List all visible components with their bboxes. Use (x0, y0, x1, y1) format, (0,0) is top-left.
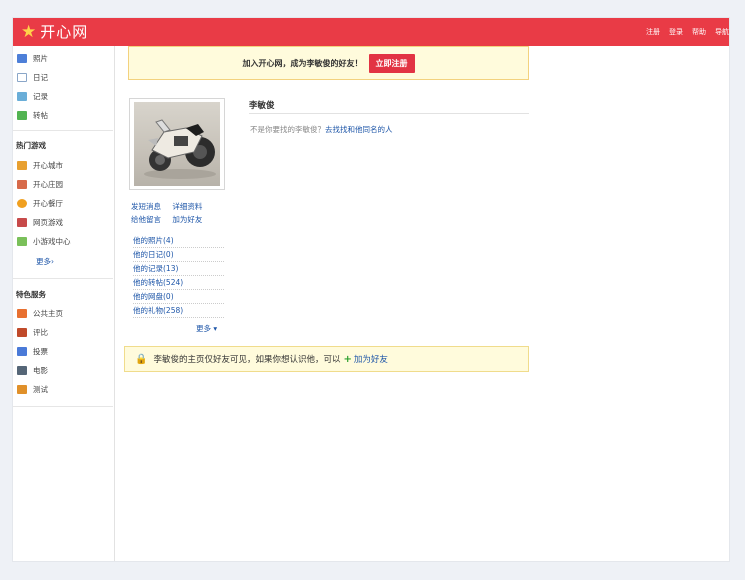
poll-icon (17, 346, 27, 356)
vote-icon (17, 327, 27, 337)
privacy-notice: 🔒 李敏俊的主页仅好友可见，如果你想认识他，可以 + 加为好友 (124, 346, 529, 372)
sidebar-item-photos[interactable]: 照片 (17, 51, 48, 65)
farm-icon (17, 179, 27, 189)
notice-text: 李敏俊的主页仅好友可见，如果你想认识他，可以 (153, 355, 341, 365)
sidebar-item-webgames[interactable]: 网页游戏 (17, 215, 63, 229)
sidebar-item-vote[interactable]: 评比 (17, 325, 48, 339)
help-link[interactable]: 帮助 (692, 27, 706, 37)
sidebar-item-label: 评比 (33, 327, 48, 337)
sidebar-item-minigames[interactable]: 小游戏中心 (17, 234, 71, 248)
action-row-1: 发短消息 详细资料 (131, 201, 202, 212)
sidebar-item-label: 开心餐厅 (33, 198, 63, 208)
add-friend-link[interactable]: 加为好友 (172, 215, 202, 224)
logo-text: 开心网 (40, 23, 89, 41)
city-icon (17, 160, 27, 170)
sidebar-item-label: 测试 (33, 384, 48, 394)
motorcycle-icon (144, 119, 216, 179)
lock-icon: 🔒 (135, 353, 148, 365)
action-row-2: 给他留言 加为好友 (131, 214, 202, 225)
list-item[interactable]: 他的礼物(258) (133, 304, 224, 318)
sidebar-item-label: 小游戏中心 (33, 236, 71, 246)
list-item[interactable]: 他的日记(0) (133, 248, 224, 262)
webgame-icon (17, 217, 27, 227)
not-this-person-text: 不是你要找的李敏俊？ (250, 125, 325, 134)
register-button[interactable]: 立即注册 (368, 53, 415, 73)
sidebar-item-records[interactable]: 记录 (17, 89, 48, 103)
repost-icon (17, 110, 27, 120)
sidebar-item-city[interactable]: 开心城市 (17, 158, 63, 172)
restaurant-icon (17, 198, 27, 208)
sidebar-item-label: 记录 (33, 91, 48, 101)
sidebar-divider (13, 130, 113, 131)
sidebar-divider (13, 406, 113, 407)
find-same-name-link[interactable]: 去找找和他同名的人 (325, 125, 393, 134)
logo-star-icon: ★ (21, 22, 37, 42)
list-item[interactable]: 他的网盘(0) (133, 290, 224, 304)
sidebar-item-label: 照片 (33, 53, 48, 63)
games-heading: 热门游戏 (16, 141, 46, 150)
sidebar-item-poll[interactable]: 投票 (17, 344, 48, 358)
list-item[interactable]: 他的记录(13) (133, 262, 224, 276)
avatar-image (134, 102, 220, 186)
sidebar-item-label: 开心城市 (33, 160, 63, 170)
register-link[interactable]: 注册 (646, 27, 660, 37)
sidebar-item-farm[interactable]: 开心庄园 (17, 177, 63, 191)
sidebar-item-reposts[interactable]: 转帖 (17, 108, 48, 122)
lists-more-link[interactable]: 更多 ▾ (196, 323, 217, 334)
sidebar-item-public-page[interactable]: 公共主页 (17, 306, 63, 320)
minigame-icon (17, 236, 27, 246)
sidebar-item-label: 转帖 (33, 110, 48, 120)
plus-icon: + (343, 353, 352, 365)
test-icon (17, 384, 27, 394)
sidebar-item-label: 开心庄园 (33, 179, 63, 189)
record-icon (17, 91, 27, 101)
notice-add-friend-link[interactable]: 加为好友 (354, 353, 388, 365)
list-item[interactable]: 他的转帖(524) (133, 276, 224, 290)
sidebar-item-label: 公共主页 (33, 308, 63, 318)
services-heading: 特色服务 (16, 290, 46, 299)
sidebar-item-label: 网页游戏 (33, 217, 63, 227)
details-link[interactable]: 详细资料 (172, 202, 202, 211)
sidebar-item-label: 电影 (33, 365, 48, 375)
sidebar-item-label: 投票 (33, 346, 48, 356)
avatar[interactable] (129, 98, 225, 190)
sidebar-divider (13, 278, 113, 279)
login-link[interactable]: 登录 (669, 27, 683, 37)
sidebar-item-label: 日记 (33, 72, 48, 82)
profile-name: 李敏俊 (249, 101, 275, 111)
list-item[interactable]: 他的照片(4) (133, 234, 224, 248)
sidebar-item-restaurant[interactable]: 开心餐厅 (17, 196, 63, 210)
leave-message-link[interactable]: 给他留言 (131, 215, 161, 224)
nav-link[interactable]: 导航 (715, 27, 729, 37)
top-links: 注册 登录 帮助 导航 (637, 18, 729, 46)
top-bar: ★ 开心网 注册 登录 帮助 导航 (13, 18, 729, 46)
movie-icon (17, 365, 27, 375)
send-message-link[interactable]: 发短消息 (131, 202, 161, 211)
sidebar-item-movie[interactable]: 电影 (17, 363, 48, 377)
public-page-icon (17, 308, 27, 318)
diary-icon (17, 72, 27, 82)
join-bar: 加入开心网，成为李敏俊的好友！ 立即注册 (128, 46, 529, 80)
sidebar-item-test[interactable]: 测试 (17, 382, 48, 396)
sidebar: 照片 日记 记录 转帖 热门游戏 开心城市 开心庄园 开心餐厅 网页游戏 小游戏… (13, 46, 115, 561)
page-container: ★ 开心网 注册 登录 帮助 导航 照片 日记 记录 转帖 热门游戏 开心城市 … (12, 17, 730, 562)
not-this-person: 不是你要找的李敏俊？去找找和他同名的人 (250, 124, 393, 135)
games-more-link[interactable]: 更多› (36, 256, 54, 267)
photo-icon (17, 53, 27, 63)
join-text: 加入开心网，成为李敏俊的好友！ (242, 58, 363, 68)
name-divider (249, 113, 529, 114)
sidebar-item-diary[interactable]: 日记 (17, 70, 48, 84)
site-logo[interactable]: ★ 开心网 (21, 22, 88, 42)
